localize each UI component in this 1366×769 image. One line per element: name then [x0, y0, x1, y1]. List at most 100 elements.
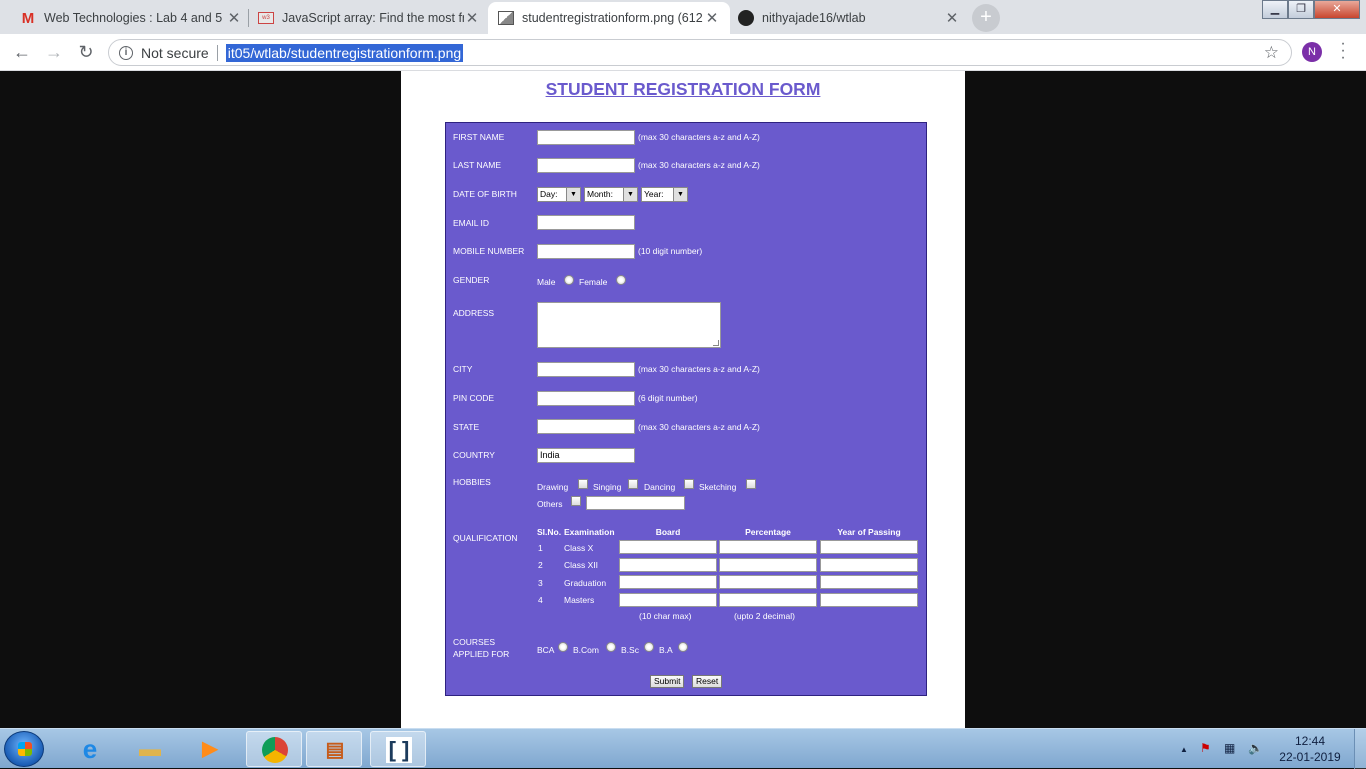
action-center-flag-icon[interactable]: ⚑	[1200, 741, 1211, 755]
resize-handle-icon[interactable]	[713, 340, 719, 346]
taskbar-notepad[interactable]: ▤	[306, 731, 362, 767]
qual-board-field[interactable]	[619, 558, 717, 572]
tab-gmail[interactable]: M Web Technologies : Lab 4 and 5 ( ✕	[10, 2, 252, 34]
maximize-button[interactable]: ❐	[1288, 0, 1314, 19]
qual-row-number: 3	[538, 578, 543, 588]
course-bsc-radio[interactable]	[644, 642, 654, 652]
qual-year-field[interactable]	[820, 540, 918, 554]
info-icon[interactable]: i	[119, 45, 133, 60]
gender-female-label: Female	[579, 277, 608, 287]
address-textarea[interactable]	[537, 302, 721, 348]
hobby-others-checkbox[interactable]	[571, 496, 581, 506]
course-bca-label: BCA	[537, 645, 555, 655]
qual-percentage-field[interactable]	[719, 558, 817, 572]
reload-icon: ↻	[78, 42, 94, 62]
qual-year-field[interactable]	[820, 575, 918, 589]
email-field[interactable]	[537, 215, 635, 230]
show-hidden-icons-icon[interactable]: ▲	[1180, 745, 1188, 754]
taskbar-media-player[interactable]: ▶	[182, 731, 238, 767]
chevron-down-icon: ▼	[623, 188, 637, 201]
windows-taskbar: e ▬ ▶ ▤ [ ] ▲ ⚑ ▦ 🔈 12:44 22-01-2019	[0, 728, 1366, 769]
pin-code-label: PIN CODE	[453, 393, 495, 403]
last-name-field[interactable]	[537, 158, 635, 173]
network-icon[interactable]: ▦	[1224, 741, 1235, 755]
hobby-singing-label: Singing	[593, 482, 622, 492]
dob-year-select[interactable]: Year: ▼	[641, 187, 688, 202]
qualification-label: QUALIFICATION	[453, 533, 518, 543]
minimize-icon: ▁	[1270, 3, 1280, 15]
qual-row-exam: Masters	[564, 595, 595, 605]
qual-year-field[interactable]	[820, 558, 918, 572]
gender-male-radio[interactable]	[564, 275, 574, 285]
window-close-button[interactable]: ✕	[1314, 0, 1360, 19]
profile-avatar[interactable]: N	[1302, 42, 1322, 62]
reload-button[interactable]: ↻	[74, 40, 98, 64]
taskbar-internet-explorer[interactable]: e	[62, 731, 118, 767]
hobbies-label: HOBBIES	[453, 477, 491, 487]
qual-board-field[interactable]	[619, 575, 717, 589]
arrow-right-icon: →	[45, 42, 63, 62]
qual-year-field[interactable]	[820, 593, 918, 607]
tab-title: nithyajade16/wtlab	[762, 11, 866, 25]
mobile-field[interactable]	[537, 244, 635, 259]
volume-icon[interactable]: 🔈	[1248, 741, 1263, 755]
last-name-hint: (max 30 characters a-z and A-Z)	[638, 160, 760, 170]
internet-explorer-icon: e	[82, 734, 98, 764]
menu-icon[interactable]: · · ·	[1338, 36, 1348, 66]
dob-month-select[interactable]: Month: ▼	[584, 187, 638, 202]
forward-button[interactable]: →	[42, 40, 66, 64]
hobby-dancing-checkbox[interactable]	[684, 479, 694, 489]
pin-code-field[interactable]	[537, 391, 635, 406]
address-bar[interactable]: i Not secure it05/wtlab/studentregistrat…	[108, 39, 1292, 66]
state-field[interactable]	[537, 419, 635, 434]
taskbar-chrome[interactable]	[246, 731, 302, 767]
country-field[interactable]: India	[537, 448, 635, 463]
first-name-label: FIRST NAME	[453, 132, 505, 142]
first-name-field[interactable]	[537, 130, 635, 145]
qual-board-field[interactable]	[619, 593, 717, 607]
course-bcom-radio[interactable]	[606, 642, 616, 652]
qual-header-year: Year of Passing	[837, 527, 901, 537]
gender-female-radio[interactable]	[616, 275, 626, 285]
close-icon[interactable]: ✕	[944, 9, 960, 27]
qual-board-field[interactable]	[619, 540, 717, 554]
course-bsc-label: B.Sc	[621, 645, 639, 655]
dob-day-select[interactable]: Day: ▼	[537, 187, 581, 202]
close-icon[interactable]: ✕	[704, 9, 720, 27]
gender-male-label: Male	[537, 277, 556, 287]
w3resource-icon: w3	[258, 12, 274, 24]
hobby-drawing-checkbox[interactable]	[578, 479, 588, 489]
tab-studentregistrationform[interactable]: studentregistrationform.png (612 ✕	[488, 2, 730, 34]
back-button[interactable]: ←	[10, 40, 34, 64]
clock-date[interactable]: 22-01-2019	[1276, 750, 1344, 764]
reset-button[interactable]: Reset	[692, 675, 723, 688]
hobby-singing-checkbox[interactable]	[628, 479, 638, 489]
tab-github[interactable]: nithyajade16/wtlab ✕	[728, 2, 970, 34]
city-field[interactable]	[537, 362, 635, 377]
close-icon[interactable]: ✕	[226, 9, 242, 27]
taskbar-app[interactable]: [ ]	[370, 731, 426, 767]
clock-time[interactable]: 12:44	[1280, 734, 1340, 748]
bookmark-star-icon[interactable]: ☆	[1264, 43, 1279, 63]
page-title: STUDENT REGISTRATION FORM	[545, 79, 821, 99]
qual-percentage-field[interactable]	[719, 540, 817, 554]
hobby-sketching-checkbox[interactable]	[746, 479, 756, 489]
url-text[interactable]: it05/wtlab/studentregistrationform.png	[225, 43, 464, 62]
new-tab-button[interactable]: +	[972, 4, 1000, 32]
mobile-label: MOBILE NUMBER	[453, 246, 525, 256]
start-button[interactable]	[4, 731, 44, 767]
chevron-down-icon: ▼	[566, 188, 580, 201]
qual-percentage-field[interactable]	[719, 575, 817, 589]
city-label: CITY	[453, 364, 473, 374]
course-ba-radio[interactable]	[678, 642, 688, 652]
submit-button[interactable]: Submit	[650, 675, 685, 688]
close-icon[interactable]: ✕	[464, 9, 480, 27]
taskbar-file-explorer[interactable]: ▬	[122, 731, 178, 767]
qual-percentage-field[interactable]	[719, 593, 817, 607]
tab-w3resource[interactable]: w3 JavaScript array: Find the most fre ✕	[248, 2, 490, 34]
minimize-button[interactable]: ▁	[1262, 0, 1288, 19]
course-bca-radio[interactable]	[558, 642, 568, 652]
security-label[interactable]: Not secure	[141, 45, 209, 61]
hobby-others-field[interactable]	[586, 496, 685, 510]
show-desktop-button[interactable]	[1354, 729, 1366, 769]
